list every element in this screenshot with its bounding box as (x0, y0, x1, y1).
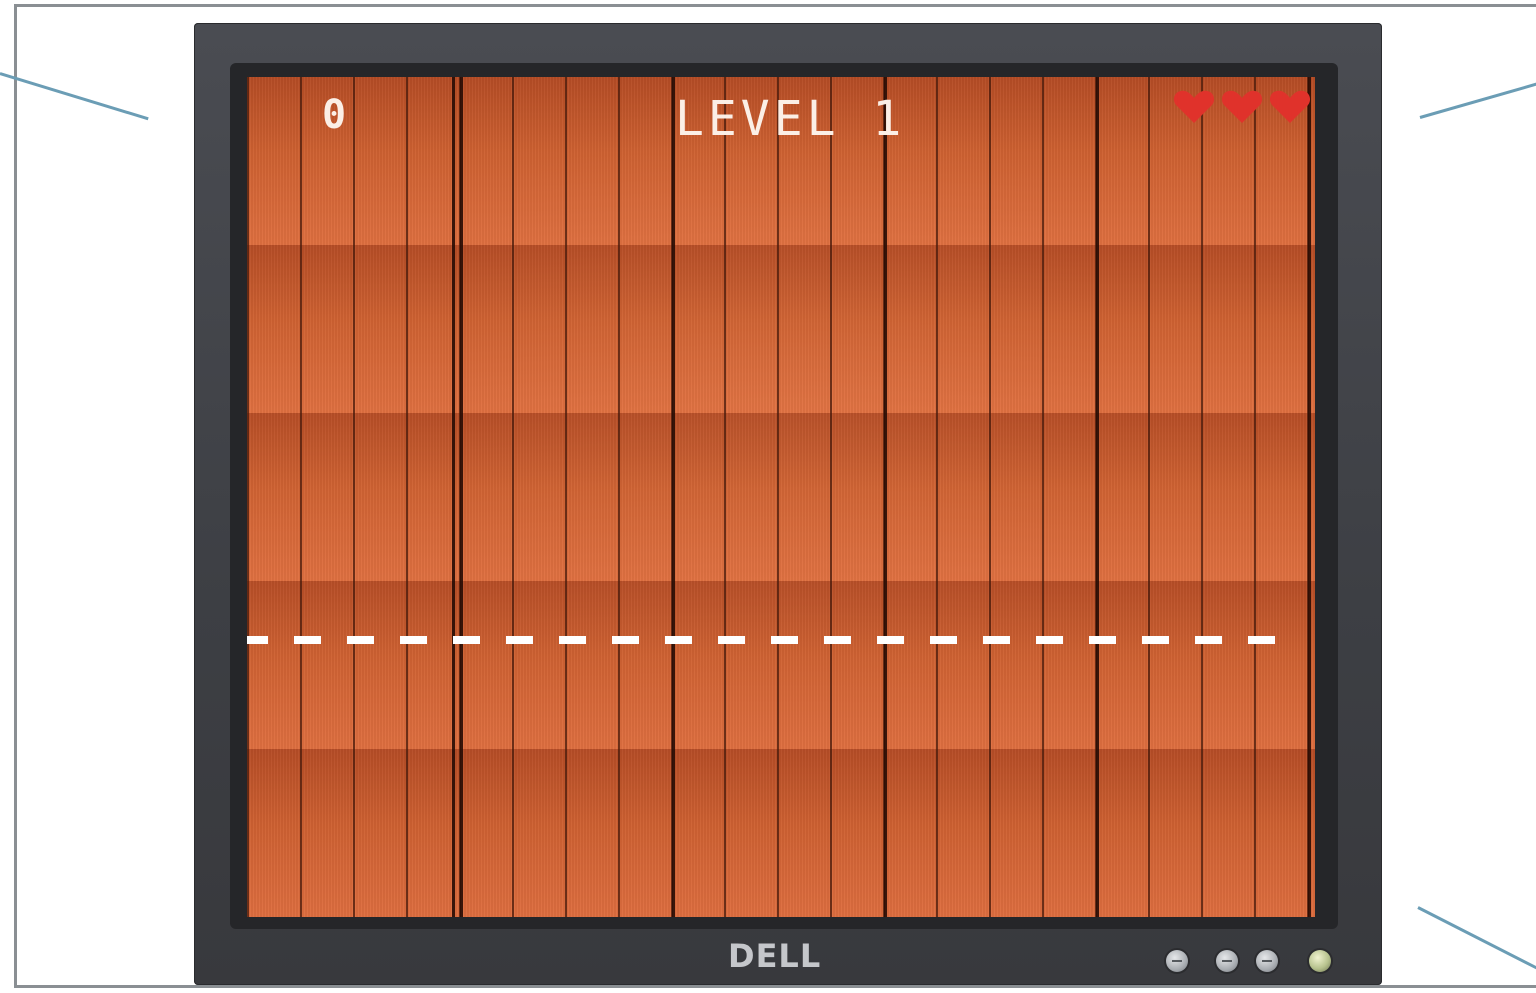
game-screen[interactable]: 0 LEVEL 1 (247, 77, 1315, 917)
brand-logo: DELL (728, 937, 822, 975)
minus-button-icon[interactable] (1216, 950, 1238, 972)
heart-icon (1173, 90, 1215, 123)
plank-strong-seams (247, 77, 1315, 917)
score-counter: 0 (322, 92, 349, 138)
heart-icon (1221, 90, 1263, 123)
plus-button-icon[interactable] (1256, 950, 1278, 972)
dashed-target-line (247, 636, 1291, 644)
lives-indicator (1173, 89, 1311, 125)
heart-icon (1269, 90, 1311, 123)
photo-scene: 0 LEVEL 1 DELL (0, 0, 1536, 993)
power-button-icon[interactable] (1309, 950, 1331, 972)
level-title: LEVEL 1 (675, 91, 906, 147)
menu-button-icon[interactable] (1166, 950, 1188, 972)
